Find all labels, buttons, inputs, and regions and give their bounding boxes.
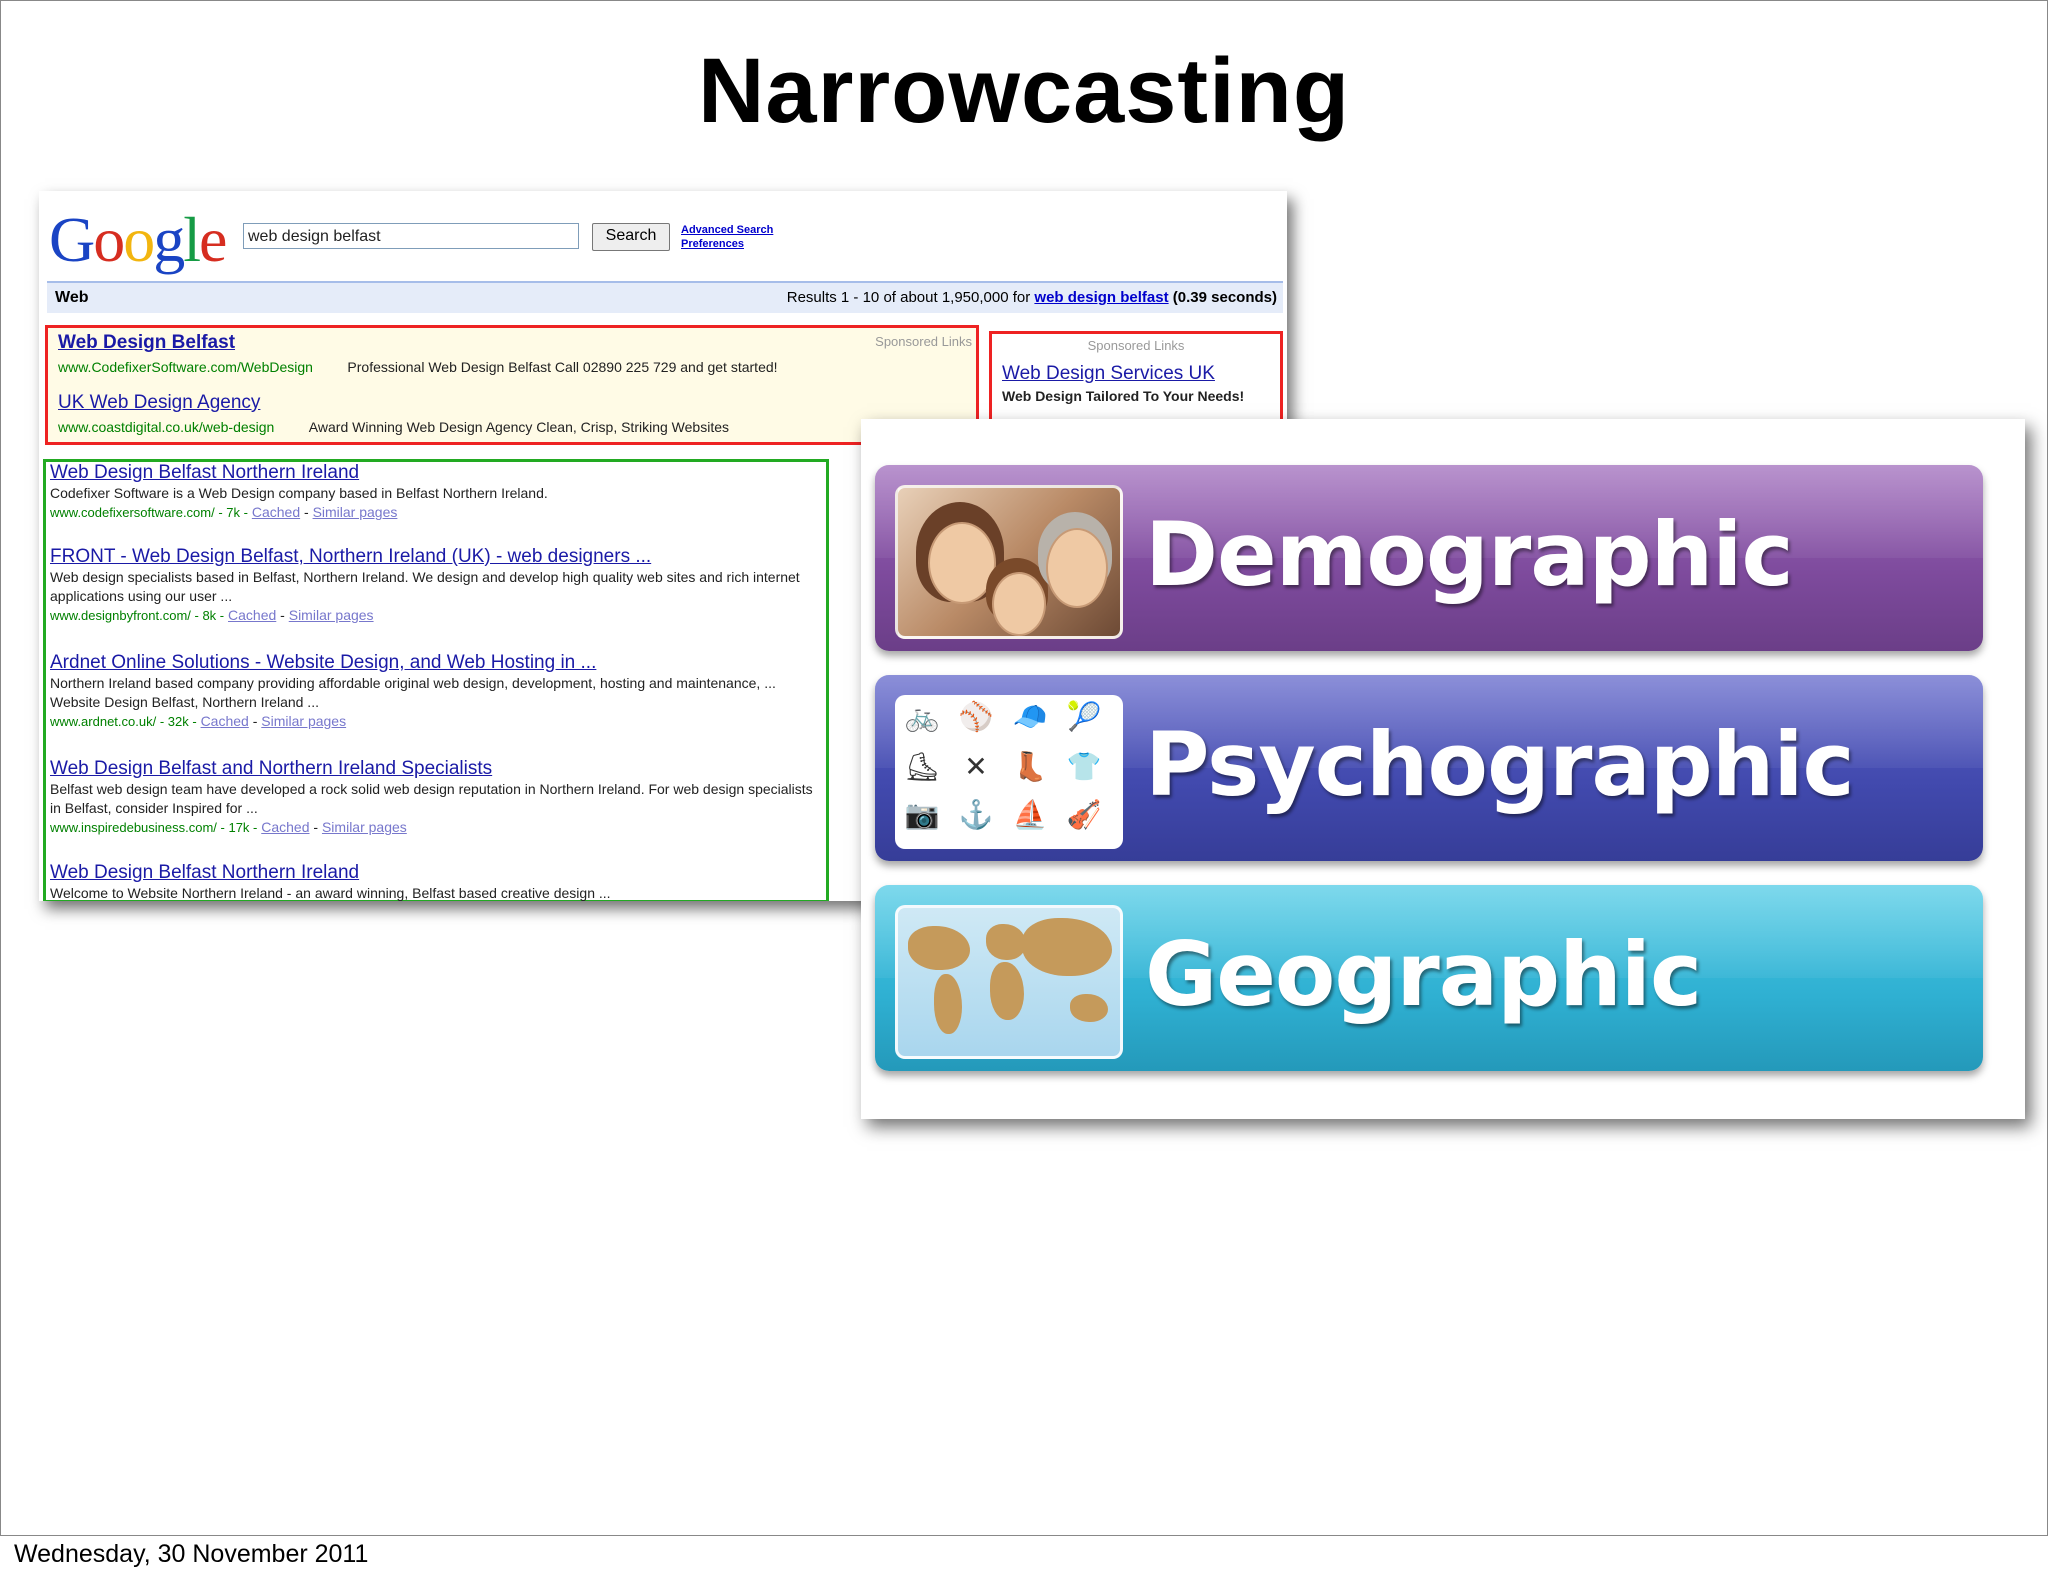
crossed-clubs-icon: ✕ [964,751,988,782]
ad-title-link[interactable]: UK Web Design Agency [58,392,729,414]
side-ad-description: Web Design Tailored To Your Needs! [1002,388,1245,404]
world-map [895,905,1123,1059]
result-url: www.inspiredebusiness.com/ - 17k - [50,820,258,835]
google-logo-letter: G [49,204,95,275]
result-stats: Results 1 - 10 of about 1,950,000 for we… [787,289,1277,306]
segment-psychographic: 🚲 ⚾ 🧢 🎾 ⛸ ✕ 👢 👕 📷 ⚓ ⛵ 🎻 Psychographic [875,675,1983,861]
organic-results-box: Web Design Belfast Northern Ireland Code… [43,459,829,901]
cached-link[interactable]: Cached [201,713,249,729]
skate-icon: ⛸ [904,751,940,782]
cap-icon: 🧢 [1012,701,1048,732]
similar-pages-link[interactable]: Similar pages [261,713,346,729]
result-description: Belfast web design team have developed a… [50,781,813,816]
similar-pages-link[interactable]: Similar pages [313,504,398,520]
segment-demographic: Demographic [875,465,1983,651]
sponsored-label: Sponsored Links [1087,338,1185,353]
search-button[interactable]: Search [592,223,670,251]
search-input[interactable]: web design belfast [243,223,579,249]
google-logo-letter: o [93,204,125,275]
search-result: Ardnet Online Solutions - Website Design… [50,652,820,731]
ad-description: Professional Web Design Belfast Call 028… [347,359,778,375]
side-ad-title-link[interactable]: Web Design Services UK [1002,363,1270,385]
result-description: Web design specialists based in Belfast,… [50,569,800,604]
advanced-search-link[interactable]: Advanced Search [681,223,773,237]
cached-link[interactable]: Cached [252,504,300,520]
ad-item: UK Web Design Agency www.coastdigital.co… [58,392,729,437]
sponsored-label: Sponsored Links [875,334,972,349]
baseball-bat-icon: ⚾ [958,701,994,732]
family-photo [895,485,1123,639]
google-logo-letter: e [199,204,227,275]
cached-link[interactable]: Cached [228,607,276,623]
slide: Narrowcasting Google web design belfast … [0,0,2048,1536]
tab-web[interactable]: Web [55,289,88,307]
search-result: Web Design Belfast Northern Ireland Code… [50,462,820,522]
segment-label: Psychographic [1145,713,1855,816]
sailboat-icon: ⛵ [1012,799,1048,830]
search-result: FRONT - Web Design Belfast, Northern Ire… [50,546,820,625]
tennis-racket-icon: 🎾 [1066,701,1102,732]
result-title-link[interactable]: Web Design Belfast Northern Ireland [50,862,820,884]
ad-description: Award Winning Web Design Agency Clean, C… [308,419,729,435]
result-title-link[interactable]: FRONT - Web Design Belfast, Northern Ire… [50,546,820,568]
result-title-link[interactable]: Ardnet Online Solutions - Website Design… [50,652,820,674]
result-url: www.ardnet.co.uk/ - 32k - [50,714,197,729]
ad-title-link[interactable]: Web Design Belfast [58,332,778,354]
result-bar: Web Results 1 - 10 of about 1,950,000 fo… [47,281,1283,313]
google-logo-letter: g [153,204,185,275]
cached-link[interactable]: Cached [261,819,309,835]
result-stats-query[interactable]: web design belfast [1034,289,1168,306]
search-result: Web Design Belfast Northern Ireland Welc… [50,862,820,901]
preferences-link[interactable]: Preferences [681,237,773,251]
hobby-icons: 🚲 ⚾ 🧢 🎾 ⛸ ✕ 👢 👕 📷 ⚓ ⛵ 🎻 [895,695,1123,849]
result-stats-time: (0.39 seconds) [1172,289,1277,306]
camera-icon: 📷 [904,799,940,830]
result-title-link[interactable]: Web Design Belfast and Northern Ireland … [50,758,820,780]
search-result: Web Design Belfast and Northern Ireland … [50,758,820,837]
segment-label: Geographic [1145,923,1702,1026]
search-options: Advanced Search Preferences [681,223,773,251]
result-description: Northern Ireland based company providing… [50,675,776,710]
result-title-link[interactable]: Web Design Belfast Northern Ireland [50,462,820,484]
violin-icon: 🎻 [1066,799,1102,830]
similar-pages-link[interactable]: Similar pages [289,607,374,623]
similar-pages-link[interactable]: Similar pages [322,819,407,835]
result-url: www.designbyfront.com/ - 8k - [50,608,225,623]
result-url: www.codefixersoftware.com/ - 7k - [50,505,248,520]
bicycle-icon: 🚲 [904,701,940,732]
anchor-icon: ⚓ [958,799,994,830]
slide-title: Narrowcasting [697,40,1351,142]
result-description: Welcome to Website Northern Ireland - an… [50,885,611,901]
google-logo: Google [49,203,227,277]
segment-label: Demographic [1145,503,1794,606]
ad-item: Web Design Belfast www.CodefixerSoftware… [58,332,778,377]
jersey-icon: 👕 [1066,751,1102,782]
segmentation-panel: Demographic 🚲 ⚾ 🧢 🎾 ⛸ ✕ 👢 👕 📷 ⚓ ⛵ 🎻 Psyc… [861,419,2025,1119]
google-logo-letter: l [183,204,201,275]
google-logo-letter: o [123,204,155,275]
ad-url: www.coastdigital.co.uk/web-design [58,419,275,435]
footer-date: Wednesday, 30 November 2011 [14,1540,369,1568]
sponsored-ads-box: Sponsored Links Web Design Belfast www.C… [45,325,979,445]
result-description: Codefixer Software is a Web Design compa… [50,485,548,501]
boots-icon: 👢 [1012,751,1048,782]
result-stats-prefix: Results 1 - 10 of about 1,950,000 for [786,289,1031,306]
ad-url: www.CodefixerSoftware.com/WebDesign [58,359,313,375]
segment-geographic: Geographic [875,885,1983,1071]
